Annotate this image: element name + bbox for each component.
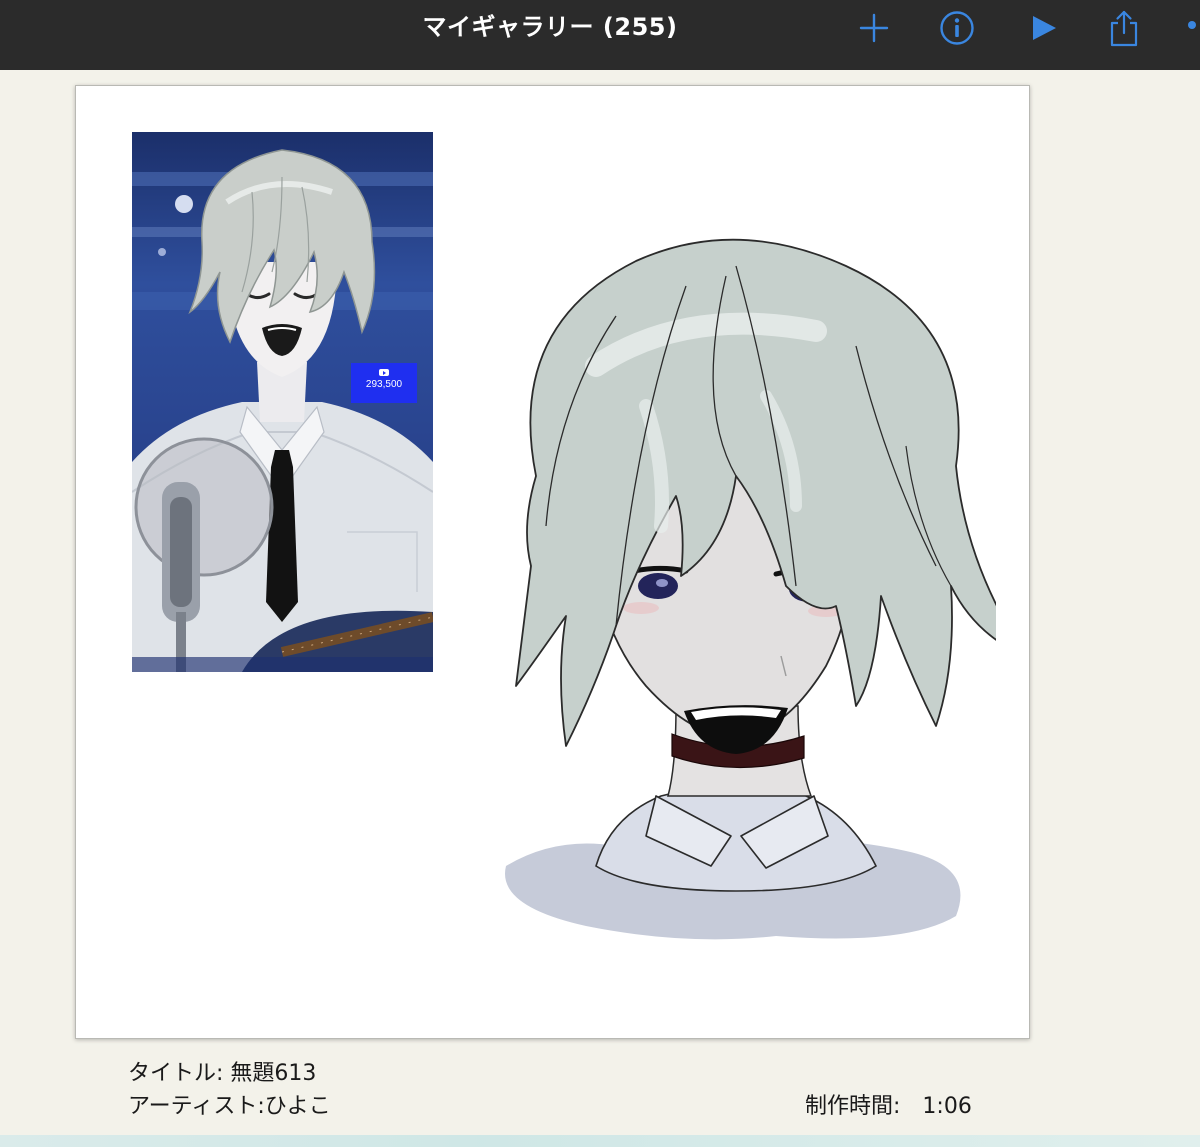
drawn-portrait — [505, 238, 996, 940]
artwork-title: タイトル: 無題613 — [128, 1055, 316, 1087]
more-menu-icon[interactable] — [1188, 21, 1196, 29]
play-icon — [1033, 16, 1056, 40]
subscriber-count: 293,500 — [365, 379, 403, 390]
subscriber-badge: 293,500 — [351, 363, 417, 403]
info-button[interactable] — [935, 6, 979, 50]
play-button[interactable] — [1021, 6, 1065, 50]
time-label: 制作時間: — [805, 1094, 901, 1119]
artwork-artist: アーティスト:ひよこ — [128, 1088, 331, 1120]
time-value: 1:06 — [922, 1094, 972, 1119]
bottom-decoration — [0, 1135, 1200, 1147]
title-label: タイトル: — [128, 1061, 231, 1086]
artwork-canvas[interactable]: 293,500 — [75, 85, 1030, 1039]
share-button[interactable] — [1102, 6, 1146, 50]
plus-icon — [859, 13, 889, 43]
creation-time: 制作時間: 1:06 — [805, 1088, 972, 1120]
title-value: 無題613 — [230, 1061, 317, 1086]
share-icon — [1110, 10, 1138, 47]
add-button[interactable] — [852, 6, 896, 50]
artist-label: アーティスト: — [128, 1094, 265, 1119]
info-icon — [940, 11, 974, 45]
top-bar: マイギャラリー (255) — [0, 0, 1200, 70]
artist-value: ひよこ — [264, 1094, 331, 1119]
reference-image: 293,500 — [132, 132, 433, 672]
youtube-icon — [379, 369, 389, 376]
